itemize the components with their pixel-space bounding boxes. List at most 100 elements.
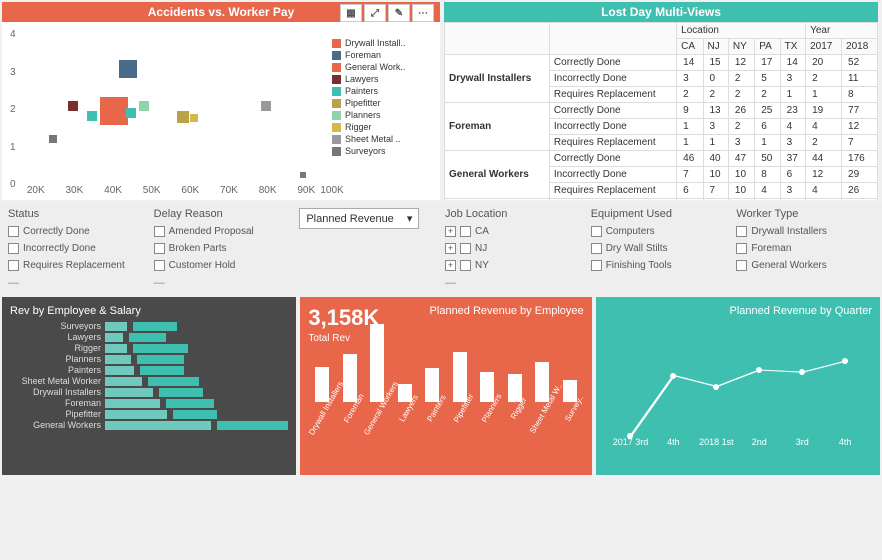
filter-item[interactable]: Requires Replacement: [8, 260, 146, 271]
line-point: [842, 358, 848, 364]
filter-bar: Status Correctly Done Incorrectly Done Req…: [0, 202, 882, 295]
checkbox[interactable]: [460, 260, 471, 271]
filter-item[interactable]: General Workers: [736, 260, 874, 271]
scatter-toolbar: ▦ ⤢ ✎ ⋯: [340, 4, 434, 22]
table-panel: Lost Day Multi-Views LocationYearCANJNYP…: [444, 2, 878, 200]
checkbox[interactable]: [8, 260, 19, 271]
scatter-title: Accidents vs. Worker Pay ▦ ⤢ ✎ ⋯: [2, 2, 440, 22]
checkbox[interactable]: [154, 260, 165, 271]
equip-title: Equipment Used: [591, 208, 729, 220]
checkbox[interactable]: [460, 226, 471, 237]
scatter-title-text: Accidents vs. Worker Pay: [148, 5, 295, 19]
hbar-row: Foreman: [10, 398, 288, 408]
filter-jobloc: Job Location +CA+NJ+NY—: [445, 208, 583, 289]
vbar: General Workers: [366, 324, 388, 436]
legend-item[interactable]: Rigger: [332, 122, 432, 132]
multi-view-table[interactable]: LocationYearCANJNYPATX20172018Drywall In…: [444, 22, 878, 200]
filter-item[interactable]: Amended Proposal: [154, 226, 292, 237]
filter-item[interactable]: Foreman: [736, 243, 874, 254]
status-title: Status: [8, 208, 146, 220]
filter-item[interactable]: Broken Parts: [154, 243, 292, 254]
dropdown-label: Planned Revenue: [306, 213, 393, 225]
scatter-plot[interactable]: 43 21 0 20K30K 40K50K 60K70K 80K90K 100K: [10, 26, 332, 196]
table-title: Lost Day Multi-Views: [444, 2, 878, 22]
vbar: Drywall Installers: [311, 367, 333, 436]
hbar-row: Drywall Installers: [10, 387, 288, 397]
line-point: [670, 373, 676, 379]
legend-item[interactable]: Lawyers: [332, 74, 432, 84]
line-label: 2018 1st: [699, 437, 734, 447]
legend-item[interactable]: Drywall Install..: [332, 38, 432, 48]
rev-emp-panel: Rev by Employee & Salary SurveyorsLawyer…: [2, 297, 296, 475]
hbar-row: Sheet Metal Worker: [10, 376, 288, 386]
checkbox[interactable]: [591, 243, 602, 254]
hbar-row: Pipefitter: [10, 409, 288, 419]
legend-item[interactable]: Surveyors: [332, 146, 432, 156]
legend-item[interactable]: Painters: [332, 86, 432, 96]
line-point: [799, 369, 805, 375]
filter-item[interactable]: Finishing Tools: [591, 260, 729, 271]
vbar: Sheet Metal W..: [531, 362, 553, 436]
filter-equip: Equipment Used Computers Dry Wall Stilts F…: [591, 208, 729, 289]
filter-wtype: Worker Type Drywall Installers Foreman Gen…: [736, 208, 874, 289]
checkbox[interactable]: [591, 226, 602, 237]
filter-item[interactable]: Correctly Done: [8, 226, 146, 237]
filter-status: Status Correctly Done Incorrectly Done Req…: [8, 208, 146, 289]
edit-icon[interactable]: ✎: [388, 4, 410, 22]
line-chart[interactable]: 2017 3rd 4th 2018 1st 2nd 3rd 4th: [604, 337, 872, 447]
hbar-chart[interactable]: SurveyorsLawyersRiggerPlannersPaintersSh…: [10, 321, 288, 430]
checkbox[interactable]: [736, 226, 747, 237]
line-point: [756, 367, 762, 373]
expand-icon[interactable]: ⤢: [364, 4, 386, 22]
hbar-row: General Workers: [10, 420, 288, 430]
scatter-legend: Drywall Install.. Foreman General Work.. La…: [332, 26, 432, 196]
grid-icon[interactable]: ▦: [340, 4, 362, 22]
rev-q-title: Planned Revenue by Quarter: [604, 305, 872, 317]
hbar-row: Rigger: [10, 343, 288, 353]
chevron-down-icon: ▾: [407, 212, 413, 225]
filter-item[interactable]: Dry Wall Stilts: [591, 243, 729, 254]
delay-title: Delay Reason: [154, 208, 292, 220]
filter-item[interactable]: Incorrectly Done: [8, 243, 146, 254]
filter-delay: Delay Reason Amended Proposal Broken Part…: [154, 208, 292, 289]
filter-item[interactable]: +NY: [445, 260, 583, 271]
line-label: 3rd: [796, 437, 809, 447]
filter-item[interactable]: +CA: [445, 226, 583, 237]
vbar-chart[interactable]: Drywall InstallersForemanGeneral Workers…: [308, 356, 583, 436]
legend-item[interactable]: Pipefitter: [332, 98, 432, 108]
hbar-row: Painters: [10, 365, 288, 375]
line-label: 4th: [839, 437, 852, 447]
rev-plan-title: Planned Revenue by Employee: [430, 305, 584, 340]
line-label: 4th: [667, 437, 680, 447]
hbar-row: Lawyers: [10, 332, 288, 342]
hbar-row: Surveyors: [10, 321, 288, 331]
line-point: [713, 384, 719, 390]
wtype-title: Worker Type: [736, 208, 874, 220]
rev-q-panel: Planned Revenue by Quarter 2017 3rd4th20…: [596, 297, 880, 475]
checkbox[interactable]: [736, 260, 747, 271]
rev-plan-panel: 3,158K Total Rev Planned Revenue by Empl…: [300, 297, 591, 475]
legend-item[interactable]: Sheet Metal ..: [332, 134, 432, 144]
checkbox[interactable]: [460, 243, 471, 254]
checkbox[interactable]: [154, 226, 165, 237]
more-icon[interactable]: ⋯: [412, 4, 434, 22]
legend-item[interactable]: General Work..: [332, 62, 432, 72]
filter-item[interactable]: Customer Hold: [154, 260, 292, 271]
legend-item[interactable]: Foreman: [332, 50, 432, 60]
filter-item[interactable]: +NJ: [445, 243, 583, 254]
checkbox[interactable]: [154, 243, 165, 254]
checkbox[interactable]: [8, 226, 19, 237]
filter-item[interactable]: Drywall Installers: [736, 226, 874, 237]
checkbox[interactable]: [591, 260, 602, 271]
revenue-dropdown[interactable]: Planned Revenue ▾: [299, 208, 419, 229]
line-label: 2nd: [752, 437, 767, 447]
checkbox[interactable]: [736, 243, 747, 254]
line-label: 2017 3rd: [613, 437, 649, 447]
jobloc-title: Job Location: [445, 208, 583, 220]
hbar-row: Planners: [10, 354, 288, 364]
checkbox[interactable]: [8, 243, 19, 254]
filter-item[interactable]: Computers: [591, 226, 729, 237]
filter-dropdown-col: Planned Revenue ▾: [299, 208, 437, 289]
legend-item[interactable]: Planners: [332, 110, 432, 120]
scatter-panel: Accidents vs. Worker Pay ▦ ⤢ ✎ ⋯ 43 21 0…: [2, 2, 440, 200]
